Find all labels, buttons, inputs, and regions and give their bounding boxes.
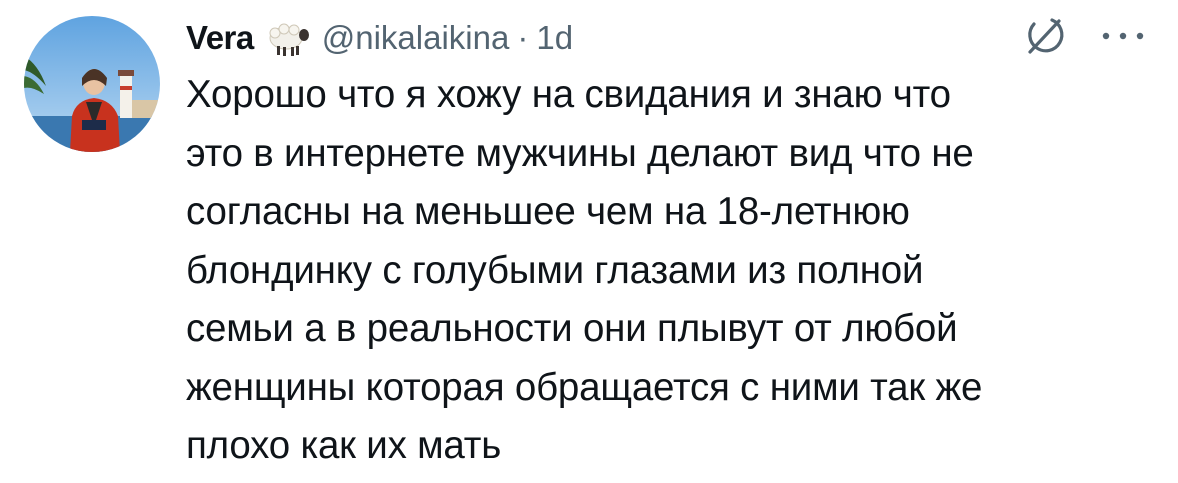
grok-icon[interactable] bbox=[1022, 14, 1066, 58]
timestamp[interactable]: 1d bbox=[536, 19, 573, 57]
avatar[interactable] bbox=[24, 16, 160, 152]
tweet[interactable]: Vera @nikalaikina · 1d Хорошо что я хожу… bbox=[0, 0, 1178, 483]
more-icon[interactable] bbox=[1094, 22, 1152, 50]
display-name[interactable]: Vera bbox=[186, 19, 254, 57]
tweet-text: Хорошо что я хожу на свидания и знаю что… bbox=[186, 66, 1156, 476]
tweet-text-line: семьи а в реальности они плывут от любой bbox=[186, 307, 958, 350]
separator-dot: · bbox=[517, 19, 529, 56]
tweet-header: Vera @nikalaikina · 1d bbox=[186, 16, 573, 60]
sheep-icon bbox=[264, 18, 310, 58]
tweet-text-line: плохо как их мать bbox=[186, 424, 502, 467]
tweet-text-line: блондинку с голубыми глазами из полной bbox=[186, 248, 924, 292]
tweet-text-line: согласны на меньшее чем на 18-летнюю bbox=[186, 190, 910, 233]
author-handle[interactable]: @nikalaikina bbox=[322, 19, 510, 57]
tweet-text-line: женщины которая обращается с ними так же bbox=[186, 365, 983, 409]
tweet-text-line: Хорошо что я хожу на свидания и знаю что bbox=[186, 73, 951, 116]
tweet-text-line: это в интернете мужчины делают вид что н… bbox=[186, 131, 974, 175]
